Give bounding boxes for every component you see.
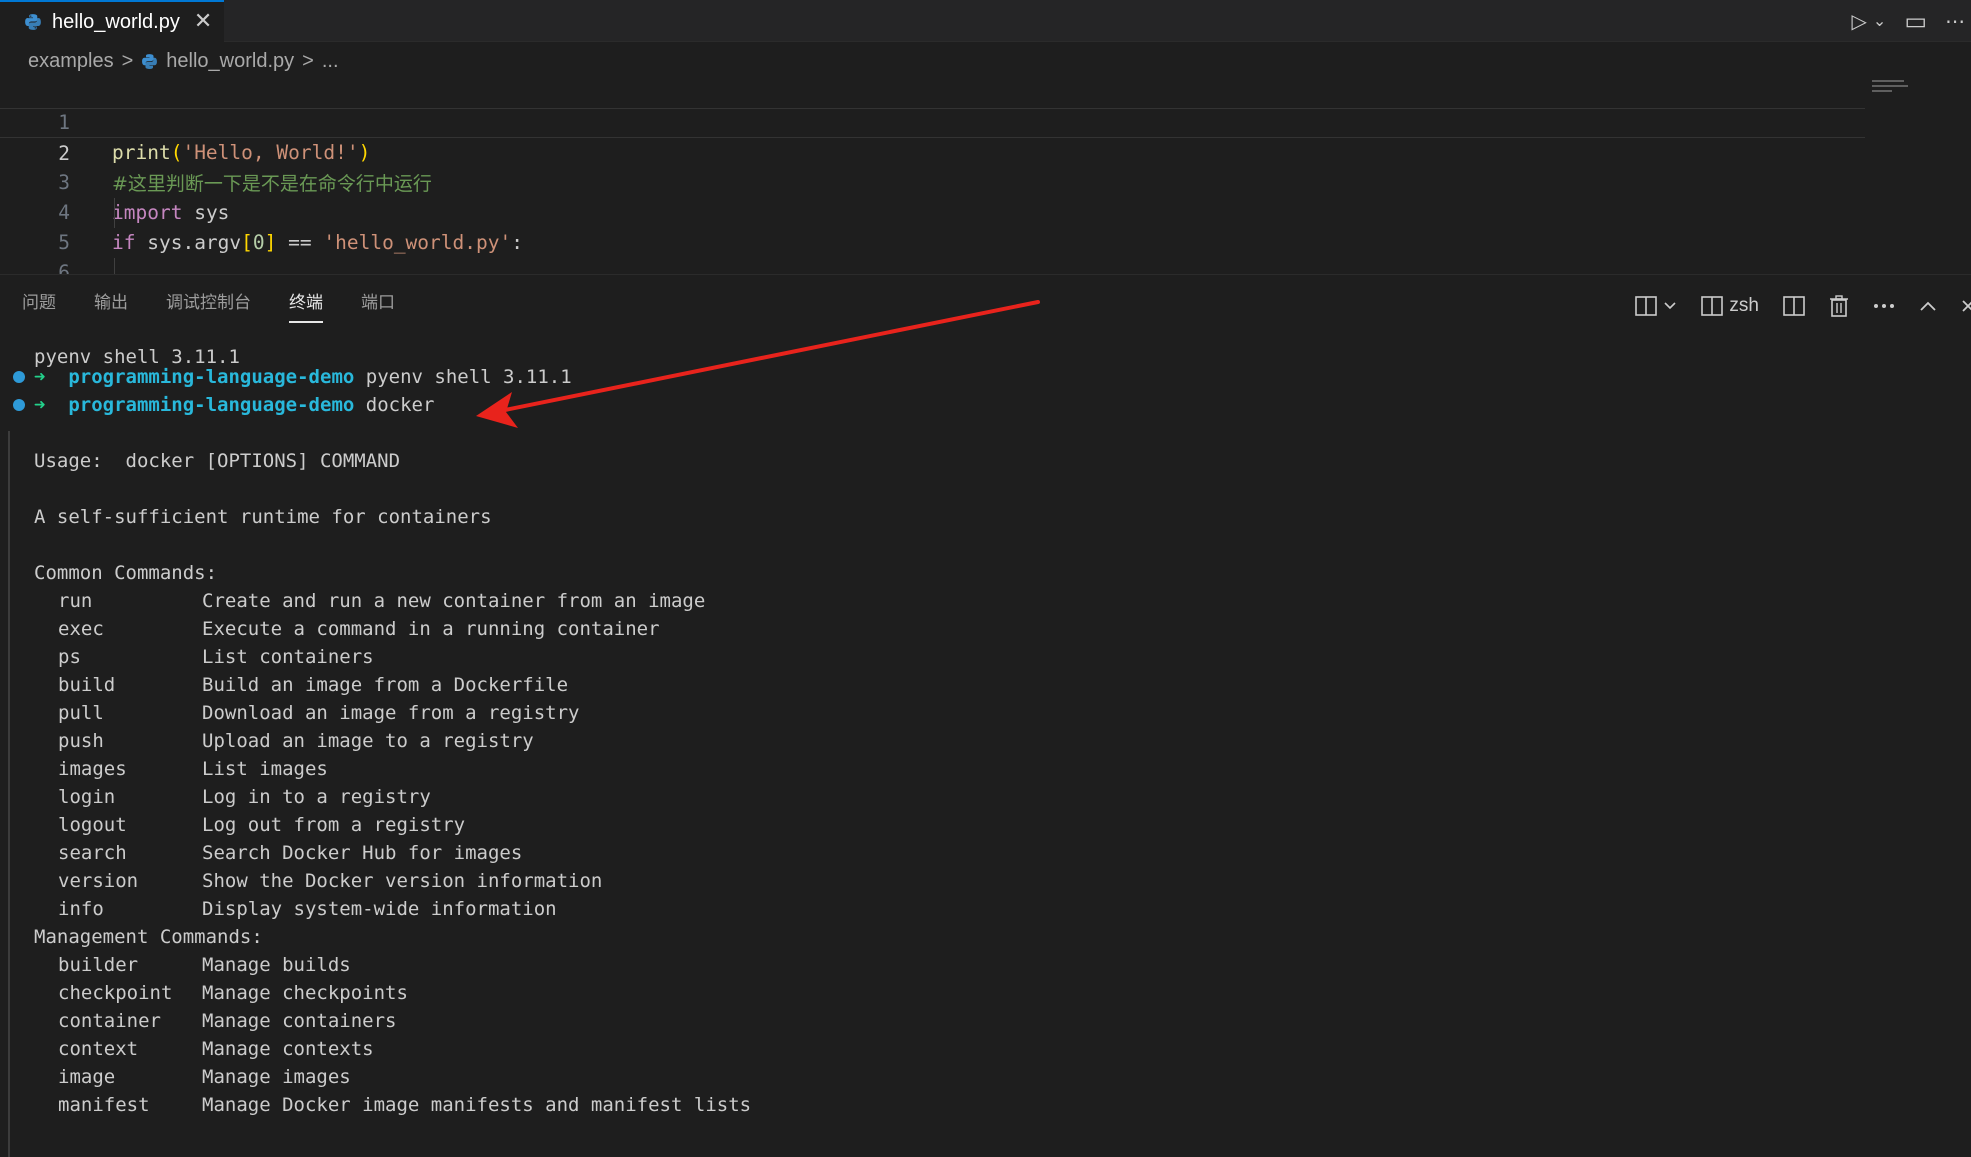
breadcrumb-separator-icon: > bbox=[302, 49, 314, 72]
run-icon[interactable]: ▷ bbox=[1852, 11, 1867, 31]
split-editor-icon[interactable]: ▭ bbox=[1904, 9, 1927, 33]
command-description: Download an image from a registry bbox=[202, 702, 580, 724]
code-line[interactable]: 5 print('Hello, World!') bbox=[0, 198, 1865, 254]
terminal-instance-button[interactable]: zsh bbox=[1701, 295, 1759, 317]
tab-close-icon[interactable]: ✕ bbox=[194, 11, 212, 33]
close-icon bbox=[1962, 300, 1971, 312]
kill-terminal-button[interactable] bbox=[1829, 295, 1849, 317]
command-name: info bbox=[58, 898, 104, 920]
code-line[interactable]: 7 print('Hello, World!') bbox=[0, 258, 1865, 274]
terminal-split-icon bbox=[1701, 296, 1724, 316]
command-name: builder bbox=[58, 954, 139, 976]
tab-output[interactable]: 输出 bbox=[94, 289, 128, 323]
code-editor[interactable]: 1 print('Hello, World!') 2 #这里判断一下是不是在命令… bbox=[0, 78, 1971, 274]
trash-icon bbox=[1830, 295, 1848, 317]
command-name: image bbox=[58, 1066, 116, 1088]
indent-guide bbox=[114, 258, 115, 274]
editor-tab-bar: hello_world.py ✕ ▷ ⌄ ▭ ⋯ bbox=[0, 0, 1971, 42]
new-terminal-layout-button[interactable] bbox=[1635, 296, 1677, 316]
more-options-button[interactable] bbox=[1873, 303, 1895, 309]
command-description: List images bbox=[202, 758, 328, 780]
command-name: run bbox=[58, 590, 93, 612]
chevron-down-icon bbox=[1664, 302, 1676, 310]
terminal-command-gutter bbox=[8, 431, 10, 1157]
command-name: container bbox=[58, 1010, 161, 1032]
code-line[interactable]: 3 import sys bbox=[0, 138, 1865, 224]
command-name: ps bbox=[58, 646, 81, 668]
bottom-panel: 问题 输出 调试控制台 终端 端口 zsh pyenv shell 3.11.1… bbox=[0, 274, 1971, 1157]
command-name: search bbox=[58, 842, 127, 864]
command-name: checkpoint bbox=[58, 982, 173, 1004]
breadcrumb-folder[interactable]: examples bbox=[28, 50, 114, 73]
command-description: Log out from a registry bbox=[202, 814, 466, 836]
terminal-output[interactable]: pyenv shell 3.11.1 ➜ programming-languag… bbox=[0, 335, 1971, 1157]
command-name: images bbox=[58, 758, 127, 780]
command-name: build bbox=[58, 674, 116, 696]
command-description: Show the Docker version information bbox=[202, 870, 603, 892]
command-name: context bbox=[58, 1038, 139, 1060]
shell-name: zsh bbox=[1729, 295, 1759, 316]
indent-guide bbox=[114, 198, 115, 228]
python-file-icon bbox=[25, 14, 41, 30]
chevron-up-icon bbox=[1920, 301, 1936, 311]
command-name: version bbox=[58, 870, 139, 892]
tab-ports[interactable]: 端口 bbox=[361, 289, 395, 323]
command-description: Build an image from a Dockerfile bbox=[202, 674, 569, 696]
command-name: pull bbox=[58, 702, 104, 724]
split-terminal-button[interactable] bbox=[1783, 296, 1805, 316]
terminal-prompt-line: ➜ programming-language-demo docker bbox=[34, 394, 435, 416]
code-line[interactable]: 1 print('Hello, World!') bbox=[0, 78, 1865, 164]
command-description: Execute a command in a running container bbox=[202, 618, 660, 640]
code-line[interactable]: 4 if sys.argv[0] == 'hello_world.py': bbox=[0, 168, 1865, 254]
terminal-usage-line: Usage: docker [OPTIONS] COMMAND bbox=[34, 450, 401, 472]
command-name: logout bbox=[58, 814, 127, 836]
command-description: Manage builds bbox=[202, 954, 351, 976]
command-description: Manage contexts bbox=[202, 1038, 374, 1060]
command-description: List containers bbox=[202, 646, 374, 668]
command-name: login bbox=[58, 786, 116, 808]
tab-label: hello_world.py bbox=[52, 10, 180, 33]
tab-hello-world[interactable]: hello_world.py ✕ bbox=[0, 0, 224, 42]
command-description: Manage images bbox=[202, 1066, 351, 1088]
editor-actions: ▷ ⌄ ▭ ⋯ bbox=[1852, 0, 1971, 42]
command-name: manifest bbox=[58, 1094, 150, 1116]
command-decoration-icon[interactable] bbox=[13, 371, 25, 383]
tab-terminal[interactable]: 终端 bbox=[289, 289, 323, 323]
command-description: Search Docker Hub for images bbox=[202, 842, 523, 864]
command-description: Display system-wide information bbox=[202, 898, 557, 920]
panel-tabs: 问题 输出 调试控制台 终端 端口 bbox=[22, 289, 395, 323]
split-layout-icon bbox=[1635, 296, 1658, 316]
command-description: Manage Docker image manifests and manife… bbox=[202, 1094, 752, 1116]
breadcrumb-ellipsis[interactable]: ... bbox=[322, 50, 339, 73]
command-decoration-icon[interactable] bbox=[13, 399, 25, 411]
common-commands-heading: Common Commands: bbox=[34, 562, 218, 584]
split-terminal-icon bbox=[1783, 296, 1805, 316]
command-description: Log in to a registry bbox=[202, 786, 431, 808]
code-line-current[interactable]: 2 #这里判断一下是不是在命令行中运行 bbox=[0, 108, 1865, 195]
command-description: Create and run a new container from an i… bbox=[202, 590, 706, 612]
python-file-icon bbox=[142, 53, 158, 69]
breadcrumb-separator-icon: > bbox=[121, 49, 134, 72]
code-line[interactable]: 6 else: bbox=[0, 228, 1865, 274]
ellipsis-icon bbox=[1874, 304, 1894, 308]
breadcrumb: examples > hello_world.py > ... bbox=[28, 46, 339, 76]
minimap[interactable] bbox=[1872, 80, 1910, 100]
tab-debug-console[interactable]: 调试控制台 bbox=[166, 289, 251, 323]
command-name: exec bbox=[58, 618, 104, 640]
command-name: push bbox=[58, 730, 104, 752]
tab-problems[interactable]: 问题 bbox=[22, 289, 56, 323]
command-description: Upload an image to a registry bbox=[202, 730, 534, 752]
close-panel-button[interactable] bbox=[1961, 298, 1971, 314]
maximize-panel-button[interactable] bbox=[1919, 300, 1937, 312]
command-description: Manage containers bbox=[202, 1010, 397, 1032]
management-commands-heading: Management Commands: bbox=[34, 926, 263, 948]
more-actions-icon[interactable]: ⋯ bbox=[1945, 11, 1965, 31]
breadcrumb-file[interactable]: hello_world.py bbox=[166, 50, 294, 73]
command-description: Manage checkpoints bbox=[202, 982, 408, 1004]
panel-actions: zsh bbox=[1635, 289, 1971, 323]
run-menu-chevron-icon[interactable]: ⌄ bbox=[1873, 13, 1886, 29]
terminal-description-line: A self-sufficient runtime for containers bbox=[34, 506, 492, 528]
terminal-prompt-line: ➜ programming-language-demo pyenv shell … bbox=[34, 366, 572, 388]
